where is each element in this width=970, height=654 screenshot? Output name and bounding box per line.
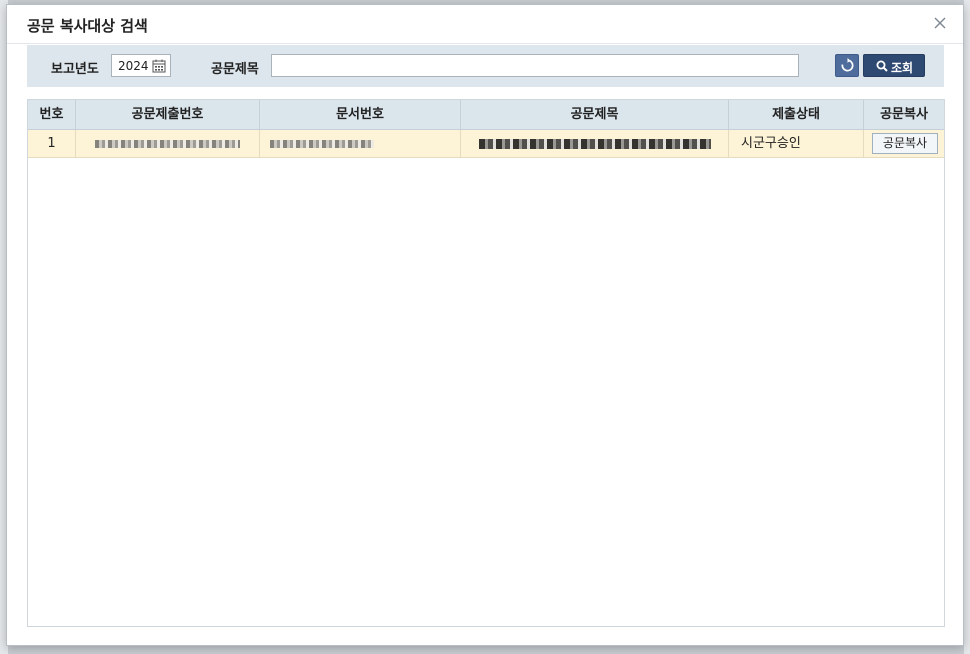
search-button[interactable]: 조회 bbox=[863, 54, 925, 77]
cell-status: 시군구승인 bbox=[729, 130, 864, 157]
column-header-no[interactable]: 번호 bbox=[28, 100, 76, 129]
close-button[interactable] bbox=[931, 14, 949, 32]
cell-submit-no bbox=[76, 130, 260, 157]
cell-doc-no bbox=[260, 130, 461, 157]
copy-target-search-modal: 공문 복사대상 검색 보고년도 2024 공문제목 조회 번호 공문제출번호 문… bbox=[6, 4, 964, 646]
column-header-doc-no[interactable]: 문서번호 bbox=[260, 100, 461, 129]
table-row[interactable]: 1 시군구승인 공문복사 bbox=[28, 130, 944, 158]
redacted-text bbox=[95, 139, 240, 148]
redacted-text bbox=[478, 138, 711, 149]
calendar-icon[interactable] bbox=[152, 59, 166, 73]
column-header-title[interactable]: 공문제목 bbox=[461, 100, 729, 129]
year-label: 보고년도 bbox=[51, 62, 99, 77]
background-app-right-edge bbox=[964, 0, 970, 654]
redacted-text bbox=[270, 139, 374, 148]
modal-header: 공문 복사대상 검색 bbox=[7, 5, 963, 44]
year-picker[interactable]: 2024 bbox=[111, 54, 171, 77]
reset-button[interactable] bbox=[835, 54, 859, 77]
title-label: 공문제목 bbox=[211, 62, 259, 77]
year-value: 2024 bbox=[118, 59, 149, 73]
search-button-label: 조회 bbox=[891, 61, 914, 75]
cell-copy: 공문복사 bbox=[864, 130, 944, 157]
search-bar: 보고년도 2024 공문제목 조회 bbox=[27, 45, 944, 87]
refresh-icon bbox=[841, 58, 854, 72]
cell-title bbox=[461, 130, 729, 157]
search-icon bbox=[876, 60, 888, 72]
title-search-input[interactable] bbox=[271, 54, 799, 77]
column-header-status[interactable]: 제출상태 bbox=[729, 100, 864, 129]
cell-no: 1 bbox=[28, 130, 76, 157]
copy-document-button[interactable]: 공문복사 bbox=[872, 133, 938, 154]
result-grid: 번호 공문제출번호 문서번호 공문제목 제출상태 공문복사 1 시군구승인 공문… bbox=[27, 99, 945, 627]
column-header-submit-no[interactable]: 공문제출번호 bbox=[76, 100, 260, 129]
grid-header: 번호 공문제출번호 문서번호 공문제목 제출상태 공문복사 bbox=[28, 100, 944, 130]
modal-title: 공문 복사대상 검색 bbox=[27, 17, 148, 35]
close-icon bbox=[934, 17, 946, 29]
column-header-copy[interactable]: 공문복사 bbox=[864, 100, 944, 129]
